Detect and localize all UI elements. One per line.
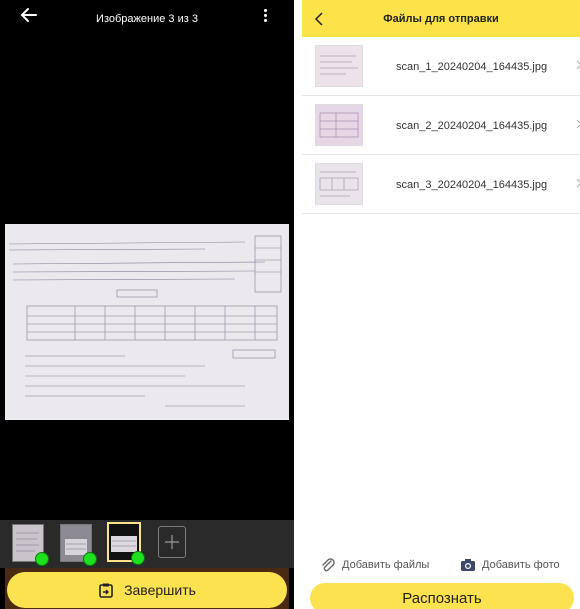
camera-icon: [461, 559, 475, 571]
add-photo-label: Добавить фото: [482, 559, 560, 571]
scanned-document-image: [5, 224, 289, 420]
add-page-button[interactable]: [158, 526, 186, 558]
status-ok-icon: [131, 551, 145, 565]
files-screen: Файлы для отправки scan_1_20240204_16443…: [302, 0, 580, 609]
more-vertical-icon[interactable]: [262, 9, 268, 27]
add-files-button[interactable]: Добавить файлы: [320, 557, 429, 573]
finish-button[interactable]: Завершить: [7, 572, 287, 608]
file-row[interactable]: scan_1_20240204_164435.jpg: [302, 37, 580, 96]
scanner-screen: Изображение 3 из 3 Завершить: [0, 0, 294, 609]
page-title: Файлы для отправки: [383, 13, 499, 25]
chevron-right-icon: [576, 119, 580, 129]
file-row[interactable]: scan_2_20240204_164435.jpg: [302, 96, 580, 155]
file-thumbnail: [315, 104, 363, 146]
thumbnail-1[interactable]: [12, 524, 49, 566]
thumbnail-2[interactable]: [60, 524, 97, 566]
add-photo-button[interactable]: Добавить фото: [460, 557, 560, 573]
clipboard-arrow-icon: [99, 583, 113, 598]
file-name: scan_2_20240204_164435.jpg: [396, 120, 548, 132]
status-ok-icon: [83, 552, 97, 566]
scanner-header: Изображение 3 из 3: [0, 0, 294, 36]
file-thumbnail: [315, 163, 363, 205]
add-files-label: Добавить файлы: [342, 559, 430, 571]
paperclip-icon: [322, 558, 335, 572]
app-root: Изображение 3 из 3 Завершить Файлы для о…: [0, 0, 580, 609]
file-thumbnail: [315, 45, 363, 87]
file-name: scan_1_20240204_164435.jpg: [396, 61, 548, 73]
file-name: scan_3_20240204_164435.jpg: [396, 179, 548, 191]
recognize-button[interactable]: Распознать: [310, 583, 574, 609]
thumbnail-3[interactable]: [107, 522, 145, 565]
page-title: Изображение 3 из 3: [96, 13, 198, 25]
file-row[interactable]: scan_3_20240204_164435.jpg: [302, 155, 580, 214]
files-header: Файлы для отправки: [302, 0, 580, 37]
plus-icon: [165, 535, 179, 549]
chevron-right-icon: [576, 60, 580, 70]
chevron-right-icon: [576, 178, 580, 188]
status-ok-icon: [35, 552, 49, 566]
thumbnail-strip: [0, 520, 294, 568]
finish-label: Завершить: [124, 582, 196, 598]
